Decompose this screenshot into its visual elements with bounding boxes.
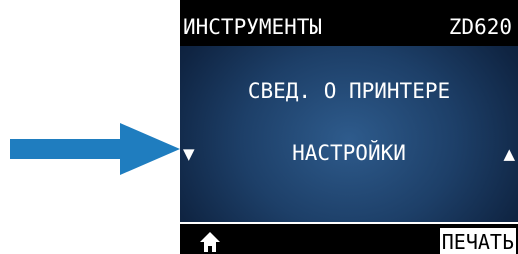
printer-display: ИНСТРУМЕНТЫ ZD620 СВЕД. О ПРИНТЕРЕ ▼ НАС… (180, 0, 518, 254)
nav-up-icon[interactable]: ▲ (503, 146, 515, 162)
home-icon[interactable] (200, 232, 220, 252)
print-button[interactable]: ПЕЧАТЬ (439, 228, 516, 254)
menu-title: ИНСТРУМЕНТЫ (183, 15, 323, 39)
menu-item-settings[interactable]: НАСТРОЙКИ (180, 140, 518, 166)
arrow-right-icon (10, 123, 180, 175)
menu-item-printer-info[interactable]: СВЕД. О ПРИНТЕРЕ (180, 78, 518, 104)
display-header: ИНСТРУМЕНТЫ ZD620 (180, 0, 518, 46)
stage: ИНСТРУМЕНТЫ ZD620 СВЕД. О ПРИНТЕРЕ ▼ НАС… (0, 0, 518, 254)
printer-model: ZD620 (448, 15, 512, 39)
